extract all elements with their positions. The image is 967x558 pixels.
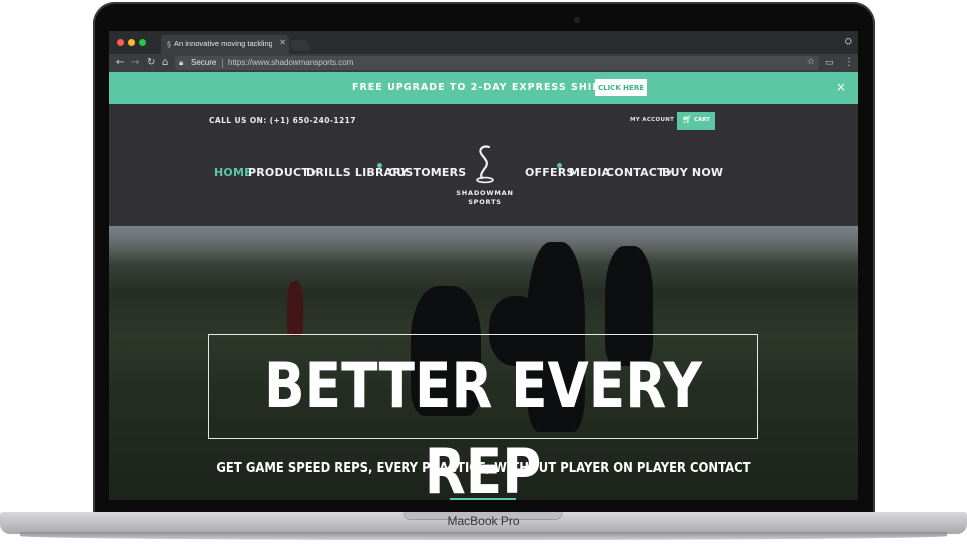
favicon-icon: § — [167, 40, 171, 49]
new-tab-button[interactable] — [288, 40, 312, 51]
incognito-icon: ⛭ — [844, 37, 852, 47]
laptop-base-edge — [20, 532, 947, 540]
logo-mark-icon — [476, 145, 494, 184]
bookmark-star-icon[interactable]: ☆ — [807, 57, 815, 67]
screen: § An innovative moving tackling ✕ ⛭ ← → … — [109, 31, 858, 500]
reload-icon[interactable]: ↻ — [147, 57, 155, 69]
tab-title: An innovative moving tackling — [174, 39, 272, 48]
nav-offers[interactable]: OFFERS — [525, 166, 575, 179]
camera — [574, 17, 580, 23]
hero-title-frame: BETTER EVERY REP — [208, 334, 758, 500]
tab-close-icon[interactable]: ✕ — [279, 38, 286, 47]
nav-product-label: PRODUCT — [248, 166, 309, 179]
new-indicator-dot — [377, 163, 382, 168]
menu-dots-icon[interactable]: ⋮ — [844, 57, 854, 69]
cart-label: CART — [694, 117, 711, 123]
close-icon[interactable]: × — [836, 81, 846, 93]
browser-toolbar: ← → ↻ ⌂ 🔒︎ Secure https://www.shadowmans… — [109, 54, 858, 72]
cast-icon[interactable]: ▭ — [825, 57, 834, 69]
hero-section: BETTER EVERY REP GET GAME SPEED REPS, EV… — [109, 226, 858, 500]
secure-label: Secure — [191, 58, 217, 67]
home-icon[interactable]: ⌂ — [162, 57, 168, 69]
hero-subtitle: GET GAME SPEED REPS, EVERY PRACTICE, WIT… — [216, 460, 751, 476]
nav-buy-now[interactable]: BUY NOW — [662, 166, 723, 179]
offers-indicator-dot — [557, 163, 562, 168]
browser-tab-bar: § An innovative moving tackling ✕ ⛭ — [109, 31, 858, 54]
device-label: MacBook Pro — [447, 514, 520, 528]
maximize-window-button[interactable] — [139, 39, 146, 46]
logo-text-line1: SHADOWMAN — [456, 189, 514, 197]
cart-icon: 🛒︎ — [682, 115, 693, 124]
back-icon[interactable]: ← — [116, 57, 124, 69]
nav-contact-label: CONTACT — [606, 166, 665, 179]
phone-number[interactable]: CALL US ON: (+1) 650-240-1217 — [209, 116, 356, 125]
address-divider — [222, 59, 223, 68]
close-window-button[interactable] — [117, 39, 124, 46]
forward-icon[interactable]: → — [131, 57, 139, 69]
nav-home[interactable]: HOME — [214, 166, 252, 179]
lock-icon: 🔒︎ — [179, 58, 184, 67]
promo-bar: FREE UPGRADE TO 2-DAY EXPRESS SHIPPING! … — [109, 72, 858, 104]
nav-media[interactable]: MEDIA — [569, 166, 610, 179]
minimize-window-button[interactable] — [128, 39, 135, 46]
shadowman-logo[interactable]: SHADOWMAN SPORTS — [452, 144, 518, 208]
promo-text: FREE UPGRADE TO 2-DAY EXPRESS SHIPPING! — [352, 82, 636, 93]
click-here-button[interactable]: CLICK HERE — [595, 79, 647, 96]
browser-tab[interactable]: § An innovative moving tackling ✕ — [161, 35, 289, 54]
site-header: CALL US ON: (+1) 650-240-1217 MY ACCOUNT… — [109, 104, 858, 226]
my-account-link[interactable]: MY ACCOUNT — [630, 117, 674, 123]
hero-title: BETTER EVERY REP — [264, 349, 702, 500]
url-text: https://www.shadowmansports.com — [228, 58, 354, 67]
logo-text-line2: SPORTS — [468, 198, 502, 206]
cart-button[interactable]: 🛒︎ CART — [677, 112, 715, 130]
hero-accent-bar — [450, 498, 516, 500]
address-bar[interactable]: 🔒︎ Secure https://www.shadowmansports.co… — [175, 56, 819, 70]
